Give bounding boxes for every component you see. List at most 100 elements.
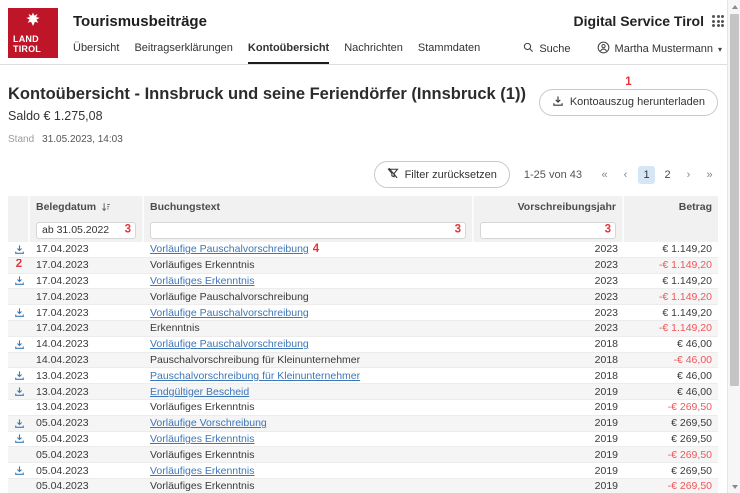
row-icon-cell — [8, 386, 30, 397]
search-button[interactable]: Suche — [523, 42, 570, 56]
filter-jahr-input[interactable] — [480, 222, 616, 239]
row-text-cell: Vorläufige Pauschalvorschreibung — [144, 338, 474, 350]
row-amount: € 269,50 — [624, 465, 718, 477]
table-row: 13.04.2023 Pauschalvorschreibung für Klei… — [8, 368, 718, 384]
sort-icon[interactable] — [101, 202, 111, 212]
logo-line2: TIROL — [13, 45, 41, 55]
row-booking-link[interactable]: Vorläufige Pauschalvorschreibung — [150, 338, 309, 350]
row-year: 2019 — [474, 417, 624, 429]
row-download-icon[interactable] — [14, 370, 25, 381]
user-name: Martha Mustermann — [615, 43, 713, 55]
row-text-cell: Pauschalvorschreibung für Kleinunternehm… — [144, 354, 474, 366]
saldo-value: Saldo € 1.275,08 — [8, 109, 526, 123]
table-row: 05.04.2023Vorläufiges Erkenntnis2019-€ 2… — [8, 447, 718, 463]
row-download-icon[interactable] — [14, 307, 25, 318]
row-booking-text: Pauschalvorschreibung für Kleinunternehm… — [150, 354, 360, 366]
row-download-icon[interactable] — [14, 433, 25, 444]
row-date: 14.04.2023 — [30, 354, 144, 366]
row-download-icon[interactable] — [14, 339, 25, 350]
row-booking-text: Vorläufiges Erkenntnis — [150, 449, 254, 461]
row-download-icon[interactable] — [14, 244, 25, 255]
pagination-page-2[interactable]: 2 — [659, 166, 676, 184]
row-text-cell: Pauschalvorschreibung für Kleinunternehm… — [144, 370, 474, 382]
download-statement-button[interactable]: Kontoauszug herunterladen — [539, 89, 718, 116]
table-row: 217.04.2023Vorläufiges Erkenntnis2023-€ … — [8, 258, 718, 274]
callout-3b: 3 — [455, 224, 461, 236]
pagination-prev-icon[interactable]: ‹ — [617, 166, 634, 184]
row-download-icon[interactable] — [14, 275, 25, 286]
row-amount: € 269,50 — [624, 417, 718, 429]
table-row: 17.04.2023Erkenntnis2023-€ 1.149,20 — [8, 321, 718, 337]
row-amount: € 269,50 — [624, 433, 718, 445]
page-title: Kontoübersicht - Innsbruck und seine Fer… — [8, 85, 526, 104]
table-row: 05.04.2023Vorläufiges Erkenntnis2019€ 26… — [8, 432, 718, 448]
chevron-down-icon: ▾ — [718, 45, 722, 54]
user-menu[interactable]: Martha Mustermann ▾ — [597, 41, 722, 57]
callout-2: 2 — [16, 259, 22, 271]
row-year: 2018 — [474, 370, 624, 382]
row-download-icon[interactable] — [14, 386, 25, 397]
row-amount: -€ 269,50 — [624, 480, 718, 492]
row-download-icon[interactable] — [14, 465, 25, 476]
row-text-cell: Erkenntnis — [144, 322, 474, 334]
row-amount: € 1.149,20 — [624, 243, 718, 255]
row-booking-link[interactable]: Endgültiger Bescheid — [150, 386, 249, 398]
filter-off-icon — [387, 167, 399, 182]
row-booking-link[interactable]: Vorläufige Vorschreibung — [150, 417, 267, 429]
row-booking-link[interactable]: Vorläufige Pauschalvorschreibung — [150, 243, 309, 255]
row-year: 2019 — [474, 480, 624, 492]
row-amount: € 46,00 — [624, 338, 718, 350]
tab-stammdaten[interactable]: Stammdaten — [418, 42, 480, 64]
header-icon-column — [8, 196, 30, 217]
table-row: 14.04.2023Vorläufige Pauschalvorschreibu… — [8, 337, 718, 353]
row-year: 2019 — [474, 401, 624, 413]
page-scrollbar[interactable] — [727, 0, 740, 493]
row-year: 2018 — [474, 354, 624, 366]
table-row: 05.04.2023Vorläufiges Erkenntnis2019€ 26… — [8, 463, 718, 479]
row-date: 13.04.2023 — [30, 370, 144, 382]
row-year: 2019 — [474, 465, 624, 477]
callout-3a: 3 — [125, 224, 131, 236]
row-amount: € 1.149,20 — [624, 307, 718, 319]
row-booking-link[interactable]: Pauschalvorschreibung für Kleinunternehm… — [150, 370, 360, 382]
reset-filter-label: Filter zurücksetzen — [405, 169, 497, 181]
row-amount: € 1.149,20 — [624, 275, 718, 287]
header-belegdatum[interactable]: Belegdatum — [30, 196, 144, 217]
scrollbar-down-icon[interactable] — [728, 480, 740, 493]
pagination-first-icon[interactable]: « — [596, 166, 613, 184]
tab-bersicht[interactable]: Übersicht — [73, 42, 119, 64]
row-text-cell: Vorläufige Vorschreibung — [144, 417, 474, 429]
land-tirol-logo[interactable]: LAND TIROL — [8, 8, 58, 58]
row-date: 05.04.2023 — [30, 449, 144, 461]
row-booking-link[interactable]: Vorläufiges Erkenntnis — [150, 465, 254, 477]
table-row: 05.04.2023 Vorläufige Vorschreibung 2019€ … — [8, 416, 718, 432]
row-booking-link[interactable]: Vorläufige Pauschalvorschreibung — [150, 307, 309, 319]
table-filter-row: 3 3 3 — [8, 217, 718, 242]
pagination-page-1[interactable]: 1 — [638, 166, 655, 184]
scrollbar-up-icon[interactable] — [728, 0, 740, 13]
row-booking-link[interactable]: Vorläufiges Erkenntnis — [150, 433, 254, 445]
scrollbar-thumb[interactable] — [730, 14, 739, 386]
tab-kontobersicht[interactable]: Kontoübersicht — [248, 42, 329, 64]
row-date: 13.04.2023 — [30, 386, 144, 398]
pagination-last-icon[interactable]: » — [701, 166, 718, 184]
table-header-row: Belegdatum Buchungstext Vorschreibungsja… — [8, 196, 718, 217]
account-table: Belegdatum Buchungstext Vorschreibungsja… — [8, 196, 718, 493]
tirol-eagle-icon — [24, 11, 42, 34]
filter-belegdatum-input[interactable] — [36, 222, 136, 239]
app-switcher-icon[interactable] — [712, 15, 724, 27]
tab-nachrichten[interactable]: Nachrichten — [344, 42, 403, 64]
tab-beitragserklrungen[interactable]: Beitragserklärungen — [134, 42, 232, 64]
filter-buchungstext-input[interactable] — [150, 222, 466, 239]
row-text-cell: Vorläufiges Erkenntnis — [144, 259, 474, 271]
row-text-cell: Vorläufiges Erkenntnis — [144, 480, 474, 492]
row-date: 05.04.2023 — [30, 417, 144, 429]
row-download-icon[interactable] — [14, 418, 25, 429]
pagination-range: 1-25 von 43 — [524, 169, 582, 181]
row-booking-link[interactable]: Vorläufiges Erkenntnis — [150, 275, 254, 287]
reset-filter-button[interactable]: Filter zurücksetzen — [374, 161, 510, 188]
stand-line: Stand31.05.2023, 14:03 — [8, 134, 718, 145]
pagination-next-icon[interactable]: › — [680, 166, 697, 184]
row-amount: -€ 1.149,20 — [624, 322, 718, 334]
row-year: 2019 — [474, 386, 624, 398]
